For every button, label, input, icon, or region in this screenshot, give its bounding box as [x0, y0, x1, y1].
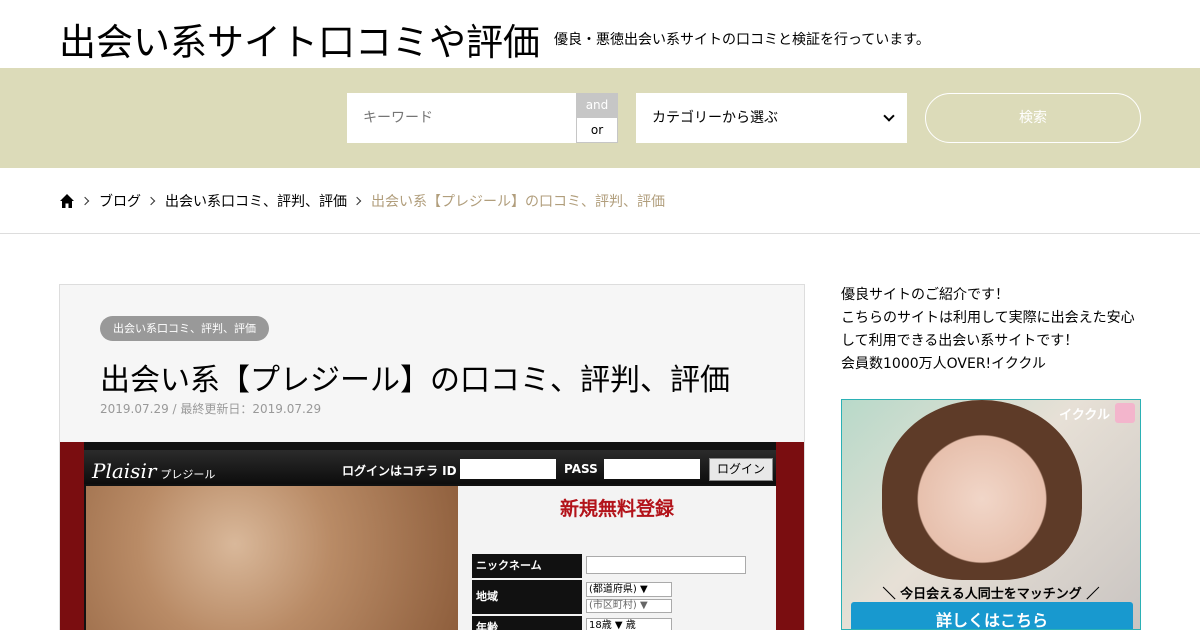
eyecatch-input-nickname [586, 556, 746, 574]
eyecatch-select-age: 18歳 ▼ 歳 [586, 618, 672, 630]
eyecatch-topbar: Plaisir プレジール ログインはコチラ ID PASS ログイン [84, 450, 776, 484]
post-title: 出会い系【プレジール】の口コミ、評判、評価 [100, 363, 730, 398]
home-icon[interactable] [59, 193, 75, 209]
eyecatch-id-field [460, 459, 556, 479]
eyecatch-row-age: 年齢 18歳 ▼ 歳 [472, 616, 762, 630]
site-description: 優良・悪徳出会い系サイトの口コミと検証を行っています。 [554, 32, 930, 48]
and-or-toggle: and or [576, 93, 618, 143]
chevron-right-icon [146, 196, 156, 205]
ikukuru-ad-banner[interactable]: イククル ＼ 今日会える人同士をマッチング ／ 詳しくはこちら [841, 399, 1141, 630]
sidebar-intro: 優良サイトのご紹介です！ こちらのサイトは利用して実際に出会えた安心 して利用で… [841, 284, 1141, 376]
eyecatch-label-age: 年齢 [472, 616, 582, 630]
sidebar-line: 会員数1000万人OVER!イククル [841, 356, 1046, 372]
eyecatch-row-nickname: ニックネーム [472, 554, 762, 578]
breadcrumb-item-category[interactable]: 出会い系口コミ、評判、評価 [165, 191, 347, 211]
eyecatch-signup-form: 新規無料登録 ニックネーム 地域 (都道府県) ▼ (市区町村) ▼ 年齢 18… [458, 486, 776, 630]
eyecatch-select-prefecture: (都道府県) ▼ [586, 582, 672, 597]
ad-tagline: ＼ 今日会える人同士をマッチング ／ [882, 587, 1100, 602]
site-title[interactable]: 出会い系サイト口コミや評価 [59, 12, 540, 66]
sidebar-line: して利用できる出会い系サイトです！ [841, 333, 1079, 349]
eyecatch-form-title: 新規無料登録 [559, 498, 674, 520]
search-bar: and or カテゴリーから選ぶ 検索 [0, 68, 1200, 168]
eyecatch-flower-photo [86, 486, 458, 630]
breadcrumb-current: 出会い系【プレジール】の口コミ、評判、評価 [371, 193, 665, 210]
eyecatch-image: Plaisir プレジール ログインはコチラ ID PASS ログイン 新規無料登… [60, 442, 804, 630]
sidebar-line: こちらのサイトは利用して実際に出会えた安心 [841, 310, 1135, 326]
chevron-right-icon [80, 196, 90, 205]
breadcrumb-item-blog[interactable]: ブログ [99, 191, 141, 211]
eyecatch-select-city: (市区町村) ▼ [586, 599, 672, 613]
plaisir-logo-sub: プレジール [160, 468, 216, 481]
eyecatch-login-label: ログインはコチラ ID [342, 464, 457, 478]
eyecatch-row-region: 地域 (都道府県) ▼ (市区町村) ▼ [472, 580, 762, 614]
eyecatch-pass-field [604, 459, 700, 479]
sidebar-line: 優良サイトのご紹介です！ [841, 287, 1009, 303]
ad-cta-button[interactable]: 詳しくはこちら [851, 602, 1133, 629]
post-date: 2019.07.29 / 最終更新日：2019.07.29 [100, 402, 322, 416]
or-option[interactable]: or [576, 118, 618, 143]
eyecatch-label-region: 地域 [472, 580, 582, 614]
category-badge[interactable]: 出会い系口コミ、評判、評価 [100, 316, 269, 341]
article: 出会い系口コミ、評判、評価 出会い系【プレジール】の口コミ、評判、評価 2019… [59, 284, 805, 630]
ad-brand: イククル [1059, 408, 1110, 423]
chevron-right-icon [352, 196, 362, 205]
plaisir-logo: Plaisir プレジール [92, 459, 215, 483]
chevron-down-icon [883, 110, 895, 122]
category-select-value: カテゴリーから選ぶ [652, 110, 778, 126]
ikukuru-logo-icon [1115, 403, 1135, 423]
search-button[interactable]: 検索 [925, 93, 1141, 143]
plaisir-logo-text: Plaisir [92, 459, 157, 483]
breadcrumb: ブログ 出会い系口コミ、評判、評価 出会い系【プレジール】の口コミ、評判、評価 [0, 168, 1200, 234]
keyword-input[interactable] [347, 93, 576, 143]
eyecatch-login-button: ログイン [709, 458, 773, 481]
eyecatch-screenshot: Plaisir プレジール ログインはコチラ ID PASS ログイン 新規無料登… [84, 442, 776, 630]
category-select[interactable]: カテゴリーから選ぶ [636, 93, 907, 143]
ad-model-photo [882, 400, 1082, 580]
and-option[interactable]: and [576, 93, 618, 118]
site-header: 出会い系サイト口コミや評価 優良・悪徳出会い系サイトの口コミと検証を行っています… [0, 0, 1200, 68]
eyecatch-label-nickname: ニックネーム [472, 554, 582, 578]
eyecatch-pass-label: PASS [564, 462, 598, 476]
